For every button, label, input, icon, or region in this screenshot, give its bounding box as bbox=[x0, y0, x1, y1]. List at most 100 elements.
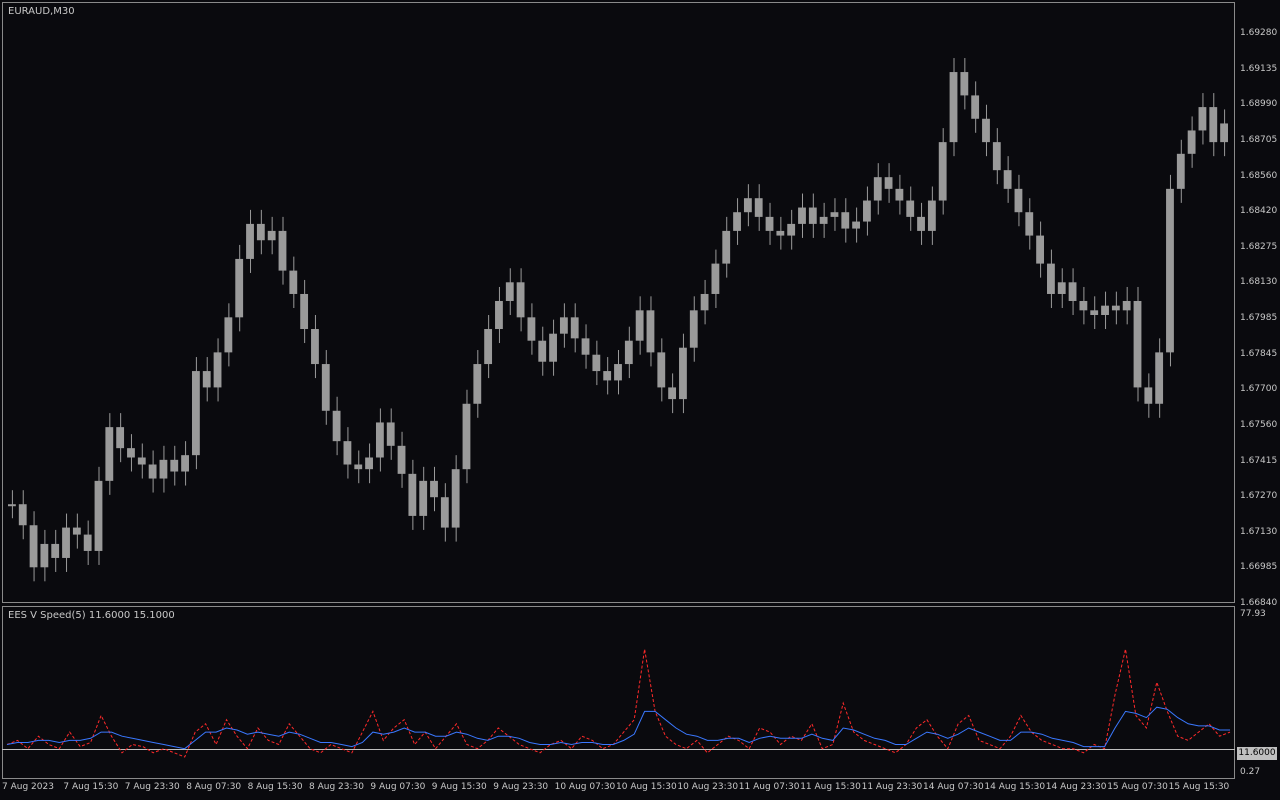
price-tick: 1.66985 bbox=[1240, 562, 1278, 573]
time-tick: 11 Aug 23:30 bbox=[861, 782, 923, 792]
candle-body bbox=[375, 422, 384, 458]
speed-fast-line bbox=[6, 649, 1231, 758]
candle-body bbox=[105, 427, 114, 481]
price-tick: 1.69135 bbox=[1240, 63, 1278, 74]
candle-body bbox=[365, 457, 373, 470]
time-tick: 9 Aug 23:30 bbox=[493, 782, 549, 792]
candle-body bbox=[884, 177, 893, 189]
price-tick: 1.68560 bbox=[1240, 170, 1278, 181]
time-tick: 14 Aug 15:30 bbox=[984, 782, 1046, 792]
indicator-min-label: 0.27 bbox=[1240, 767, 1261, 777]
candle-body bbox=[505, 282, 514, 301]
time-tick: 8 Aug 07:30 bbox=[186, 782, 242, 792]
candle-body bbox=[451, 469, 460, 528]
candle-body bbox=[278, 230, 287, 271]
candle-body bbox=[300, 293, 309, 330]
candle-body bbox=[1101, 305, 1109, 315]
price-tick: 1.67415 bbox=[1240, 455, 1278, 466]
candle-body bbox=[408, 473, 417, 516]
candle-body bbox=[927, 200, 936, 231]
candle-body bbox=[906, 200, 915, 217]
candle-body bbox=[397, 445, 406, 474]
candle-body bbox=[873, 177, 882, 201]
candle-body bbox=[787, 223, 796, 236]
candle-body bbox=[679, 347, 687, 400]
candle-body bbox=[484, 329, 493, 365]
candle-body bbox=[743, 198, 752, 213]
candle-body bbox=[646, 310, 655, 353]
candle-body bbox=[343, 441, 352, 465]
candle-body bbox=[267, 230, 276, 241]
candle-body bbox=[462, 403, 471, 470]
candle-body bbox=[852, 221, 861, 229]
candle-body bbox=[137, 457, 146, 465]
time-tick: 14 Aug 07:30 bbox=[923, 782, 984, 792]
candle-body bbox=[1209, 107, 1218, 143]
price-tick: 1.68705 bbox=[1240, 134, 1278, 145]
price-tick: 1.67130 bbox=[1240, 526, 1278, 537]
candle-body bbox=[711, 263, 720, 294]
candle-body bbox=[235, 258, 244, 318]
price-tick: 1.67270 bbox=[1240, 491, 1278, 502]
candle-body bbox=[1187, 130, 1196, 154]
time-tick: 8 Aug 15:30 bbox=[247, 782, 303, 792]
candle-body bbox=[246, 223, 254, 259]
price-axis[interactable] bbox=[1236, 0, 1280, 800]
candle-body bbox=[40, 543, 49, 568]
candle-body bbox=[202, 371, 211, 388]
time-tick: 7 Aug 15:30 bbox=[63, 782, 119, 792]
time-tick: 11 Aug 15:30 bbox=[800, 782, 861, 792]
price-tick: 1.68275 bbox=[1240, 241, 1278, 252]
candle-body bbox=[538, 340, 547, 362]
candle-body bbox=[440, 497, 449, 528]
candle-body bbox=[419, 480, 428, 516]
candle-body bbox=[1220, 123, 1228, 143]
candle-body bbox=[289, 270, 298, 294]
price-tick: 1.68990 bbox=[1240, 99, 1278, 110]
candle-body bbox=[1057, 282, 1066, 294]
candle-body bbox=[689, 310, 698, 348]
candle-body bbox=[473, 364, 482, 404]
candle-body bbox=[516, 282, 525, 318]
candle-body bbox=[1133, 300, 1142, 388]
candle-body bbox=[256, 223, 265, 241]
candle-body bbox=[722, 230, 731, 264]
price-tick: 1.67700 bbox=[1240, 384, 1278, 395]
time-tick: 10 Aug 15:30 bbox=[616, 782, 677, 792]
candle-body bbox=[527, 317, 536, 341]
candle-body bbox=[62, 527, 70, 558]
indicator-max-label: 77.93 bbox=[1240, 609, 1266, 619]
candle-body bbox=[1198, 107, 1207, 131]
candle-body bbox=[1111, 305, 1120, 311]
candle-body bbox=[1144, 387, 1153, 404]
candle-body bbox=[776, 230, 785, 236]
candle-body bbox=[971, 95, 980, 119]
candle-body bbox=[224, 317, 233, 353]
candle-body bbox=[581, 338, 590, 355]
price-tick: 1.69280 bbox=[1240, 28, 1278, 38]
candle-body bbox=[1122, 300, 1131, 311]
candle-body bbox=[170, 459, 179, 472]
candle-body bbox=[668, 387, 677, 400]
candle-body bbox=[127, 448, 135, 458]
candle-body bbox=[570, 317, 579, 339]
candle-body bbox=[808, 207, 817, 224]
candle-body bbox=[949, 72, 958, 143]
candle-body bbox=[72, 527, 81, 535]
candle-body bbox=[992, 142, 1001, 171]
candle-body bbox=[1079, 300, 1088, 311]
candle-body bbox=[624, 340, 633, 365]
candle-body bbox=[159, 459, 168, 479]
candle-body bbox=[700, 293, 709, 311]
candle-body bbox=[1068, 282, 1077, 301]
candle-body bbox=[635, 310, 644, 341]
candle-body bbox=[83, 534, 92, 551]
candle-body bbox=[148, 464, 157, 479]
candle-body bbox=[592, 354, 601, 372]
candle-body bbox=[1090, 310, 1099, 315]
candle-body bbox=[213, 352, 222, 388]
candle-body bbox=[311, 329, 319, 365]
candle-body bbox=[354, 464, 363, 470]
price-tick: 1.68130 bbox=[1240, 277, 1278, 288]
candle-body bbox=[549, 333, 557, 362]
